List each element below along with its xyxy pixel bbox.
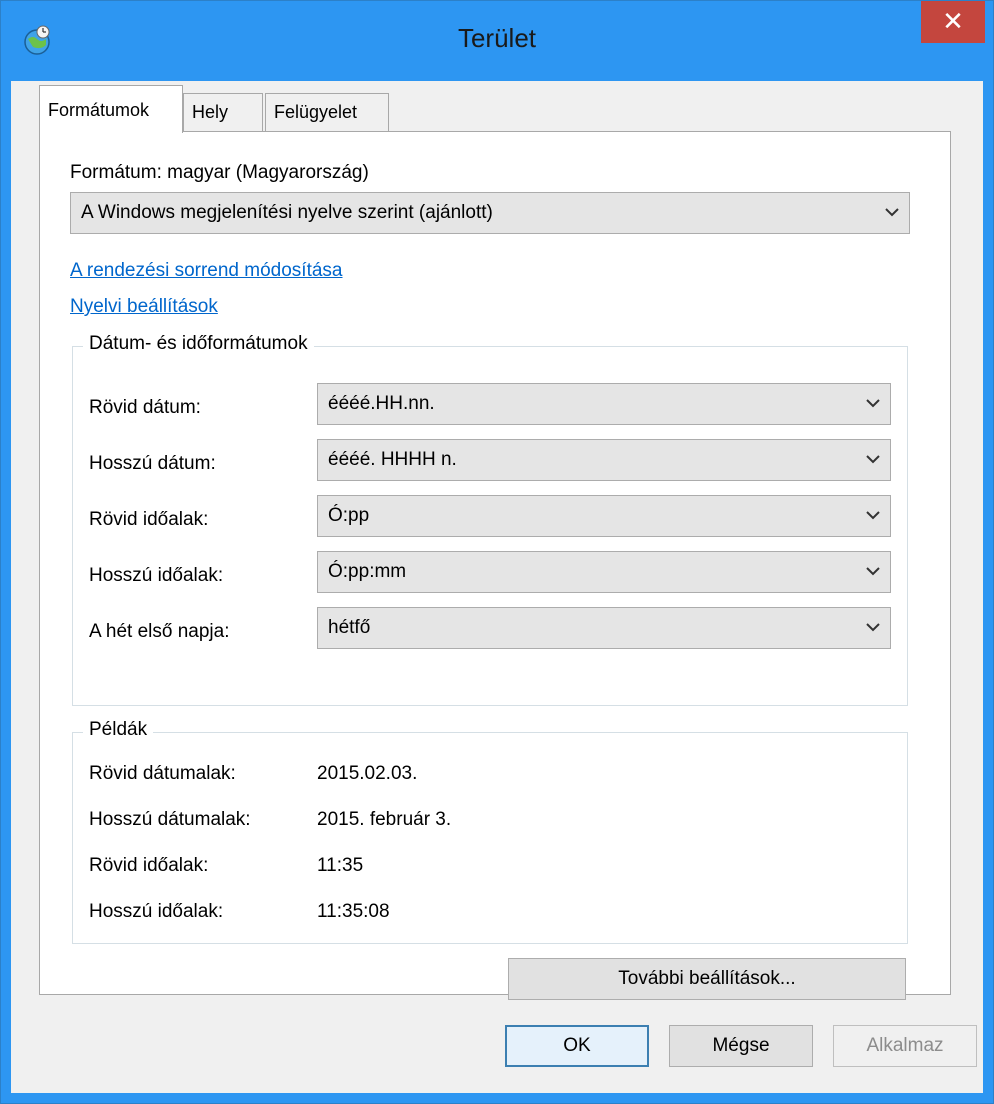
chevron-down-icon xyxy=(866,399,880,408)
chevron-down-icon xyxy=(866,567,880,576)
dropdown-value: Ó:pp:mm xyxy=(328,561,407,582)
more-settings-button[interactable]: További beállítások... xyxy=(508,958,906,1000)
language-settings-link[interactable]: Nyelvi beállítások xyxy=(70,296,218,318)
example-label: Rövid időalak: xyxy=(89,855,209,876)
apply-button[interactable]: Alkalmaz xyxy=(833,1025,977,1067)
long-date-label: Hosszú dátum: xyxy=(89,453,216,474)
chevron-down-icon xyxy=(866,623,880,632)
close-icon: ✕ xyxy=(942,6,964,36)
chevron-down-icon xyxy=(866,511,880,520)
format-dropdown-value: A Windows megjelenítési nyelve szerint (… xyxy=(81,202,493,223)
cancel-button[interactable]: Mégse xyxy=(669,1025,813,1067)
long-time-label: Hosszú időalak: xyxy=(89,565,224,586)
example-value: 2015.02.03. xyxy=(317,763,418,784)
window-title: Terület xyxy=(457,23,537,53)
example-label: Hosszú időalak: xyxy=(89,901,224,922)
title-bar[interactable]: Terület ✕ xyxy=(1,1,993,81)
tab-label: Felügyelet xyxy=(274,102,358,122)
tab-label: Formátumok xyxy=(48,100,150,120)
example-label: Hosszú dátumalak: xyxy=(89,809,251,830)
chevron-down-icon xyxy=(866,455,880,464)
example-value: 2015. február 3. xyxy=(317,809,452,830)
chevron-down-icon xyxy=(885,208,899,217)
first-day-label: A hét első napja: xyxy=(89,621,230,642)
example-label: Rövid dátumalak: xyxy=(89,763,236,784)
formats-panel: Formátum: magyar (Magyarország) A Window… xyxy=(39,131,951,1000)
tab-location[interactable]: Hely xyxy=(183,93,263,133)
tab-formats[interactable]: Formátumok xyxy=(39,85,183,133)
close-button[interactable]: ✕ xyxy=(921,1,985,43)
short-time-dropdown[interactable]: Ó:pp xyxy=(317,495,891,537)
ok-button[interactable]: OK xyxy=(505,1025,649,1067)
date-time-formats-group: Dátum- és időformátumok Rövid dátum: ééé… xyxy=(72,333,908,706)
group-title: Példák xyxy=(83,719,154,741)
sort-order-link[interactable]: A rendezési sorrend módosítása xyxy=(70,260,343,282)
examples-group: Példák Rövid dátumalak: 2015.02.03. Hoss… xyxy=(72,719,908,944)
dialog-client-area: Formátumok Hely Felügyelet Formátum: mag… xyxy=(11,81,983,1093)
dropdown-value: éééé.HH.nn. xyxy=(328,393,435,414)
long-date-dropdown[interactable]: éééé. HHHH n. xyxy=(317,439,891,481)
long-time-dropdown[interactable]: Ó:pp:mm xyxy=(317,551,891,593)
short-date-label: Rövid dátum: xyxy=(89,397,201,418)
example-value: 11:35 xyxy=(317,855,364,876)
format-dropdown[interactable]: A Windows megjelenítési nyelve szerint (… xyxy=(70,192,910,234)
group-title: Dátum- és időformátumok xyxy=(83,333,314,355)
short-date-dropdown[interactable]: éééé.HH.nn. xyxy=(317,383,891,425)
dropdown-value: hétfő xyxy=(328,617,371,638)
first-day-dropdown[interactable]: hétfő xyxy=(317,607,891,649)
example-value: 11:35:08 xyxy=(317,901,390,922)
region-dialog: Terület ✕ Formátumok Hely Felügyelet For… xyxy=(0,0,994,1104)
short-time-label: Rövid időalak: xyxy=(89,509,209,530)
tab-label: Hely xyxy=(192,102,229,122)
format-label: Formátum: magyar (Magyarország) xyxy=(70,162,369,183)
tab-administrative[interactable]: Felügyelet xyxy=(265,93,389,133)
dropdown-value: Ó:pp xyxy=(328,505,370,526)
dropdown-value: éééé. HHHH n. xyxy=(328,449,457,470)
